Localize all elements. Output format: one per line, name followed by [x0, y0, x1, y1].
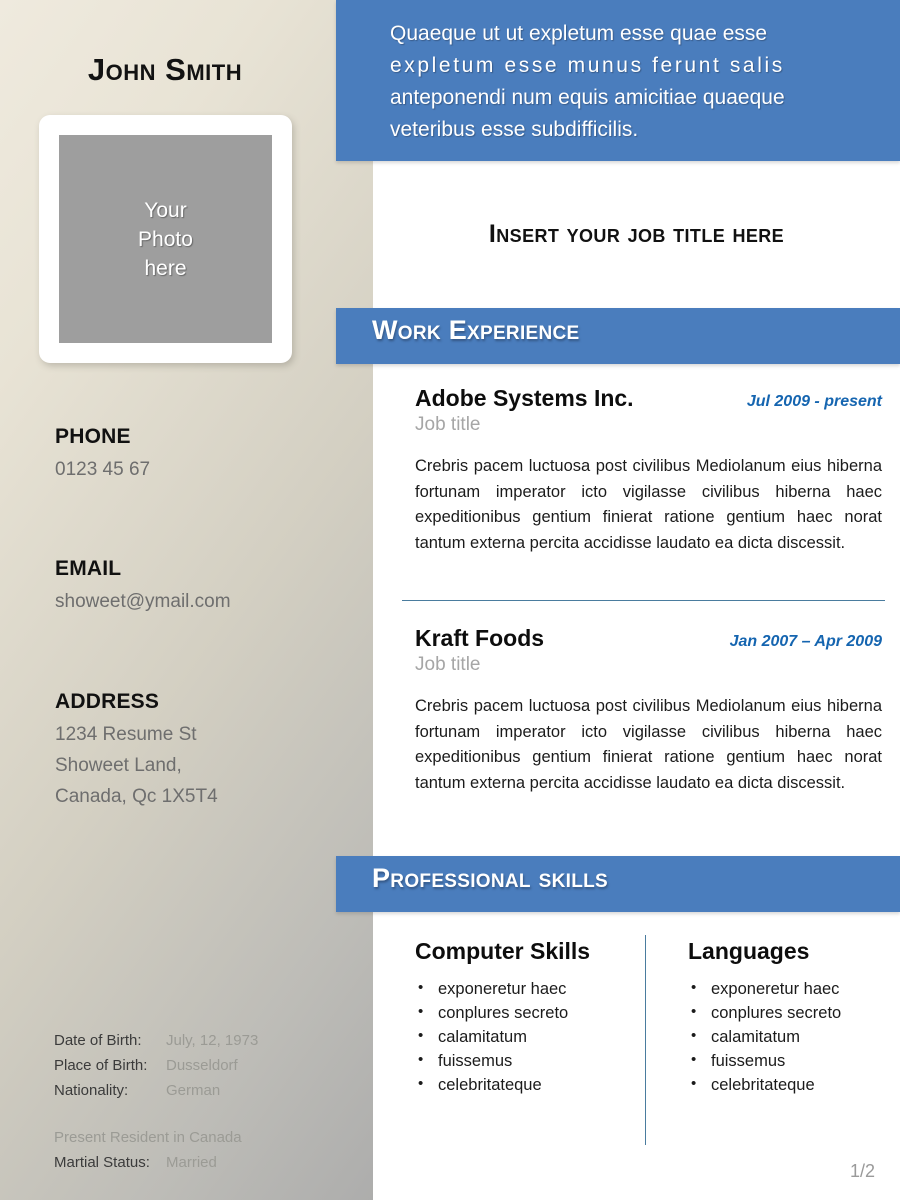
professional-skills-banner: Professional skills	[336, 856, 900, 912]
personal-details: Date of Birth: July, 12, 1973 Place of B…	[54, 1028, 354, 1175]
summary-line-1: Quaeque ut ut expletum esse quae esse	[390, 22, 768, 45]
list-item: conplures secreto	[688, 1000, 885, 1025]
job-entry: Adobe Systems Inc. Jul 2009 - present Jo…	[415, 385, 882, 556]
contact-phone-label: PHONE	[55, 425, 131, 448]
job-entry: Kraft Foods Jan 2007 – Apr 2009 Job titl…	[415, 625, 882, 796]
languages-list: exponeretur haec conplures secreto calam…	[688, 976, 885, 1097]
place-of-birth-label: Place of Birth:	[54, 1057, 148, 1074]
computer-skills-column: Computer Skills exponeretur haec conplur…	[415, 938, 650, 1097]
languages-column: Languages exponeretur haec conplures sec…	[650, 938, 885, 1097]
personal-detail-row: Date of Birth: July, 12, 1973	[54, 1028, 354, 1053]
summary-line-2: expletum esse munus ferunt salis	[390, 54, 785, 77]
list-item: exponeretur haec	[688, 976, 885, 1001]
work-experience-heading: Work Experience	[372, 315, 580, 345]
contact-address-line-1: 1234 Resume St	[55, 724, 197, 745]
personal-detail-row: Place of Birth: Dusseldorf	[54, 1053, 354, 1078]
candidate-name: John Smith	[87, 52, 243, 87]
work-experience-banner: Work Experience	[336, 308, 900, 364]
skills-section: Computer Skills exponeretur haec conplur…	[415, 938, 885, 1097]
summary-line-4: veteribus esse subdifficilis.	[390, 118, 639, 141]
job-description: Crebris pacem luctuosa post civilibus Me…	[415, 457, 882, 552]
contact-phone: PHONE 0123 45 67	[55, 425, 355, 485]
photo-placeholder[interactable]: Your Photo here	[59, 135, 272, 343]
contact-email-label: EMAIL	[55, 557, 122, 580]
languages-heading: Languages	[688, 938, 810, 964]
job-header: Adobe Systems Inc. Jul 2009 - present	[415, 385, 882, 412]
contact-phone-value: 0123 45 67	[55, 459, 151, 480]
personal-detail-row: Martial Status: Married	[54, 1150, 354, 1175]
personal-detail-row: Nationality: German	[54, 1078, 354, 1103]
list-item: conplures secreto	[415, 1000, 650, 1025]
place-of-birth-value: Dusseldorf	[166, 1057, 238, 1074]
list-item: fuissemus	[688, 1048, 885, 1073]
list-item: fuissemus	[415, 1048, 650, 1073]
page-title: Insert your job title here	[488, 220, 785, 248]
list-item: exponeretur haec	[415, 976, 650, 1001]
photo-placeholder-line-3: here	[144, 256, 187, 280]
summary-line-3: anteponendi num equis amicitiae quaeque	[390, 86, 785, 109]
job-company: Kraft Foods	[415, 625, 545, 651]
photo-placeholder-line-2: Photo	[138, 227, 193, 251]
list-item: calamitatum	[688, 1024, 885, 1049]
job-header: Kraft Foods Jan 2007 – Apr 2009	[415, 625, 882, 652]
job-description: Crebris pacem luctuosa post civilibus Me…	[415, 697, 882, 792]
date-of-birth-label: Date of Birth:	[54, 1032, 142, 1049]
job-dates: Jan 2007 – Apr 2009	[729, 633, 882, 650]
list-item: calamitatum	[415, 1024, 650, 1049]
job-role: Job title	[415, 654, 481, 675]
summary-banner: Quaeque ut ut expletum esse quae esse ex…	[336, 0, 900, 161]
contact-address-label: ADDRESS	[55, 690, 160, 713]
contact-address-line-2: Showeet Land,	[55, 755, 182, 776]
sidebar-inner: John Smith Your Photo here PHONE 0123 45…	[0, 0, 373, 1200]
job-dates: Jul 2009 - present	[746, 393, 882, 410]
marital-status-value: Married	[166, 1154, 217, 1171]
marital-status-label: Martial Status:	[54, 1154, 150, 1171]
professional-skills-heading: Professional skills	[372, 863, 608, 893]
contact-email-value: showeet@ymail.com	[55, 591, 231, 612]
photo-frame[interactable]: Your Photo here	[39, 115, 292, 363]
sidebar: John Smith Your Photo here PHONE 0123 45…	[0, 0, 373, 1200]
contact-email: EMAIL showeet@ymail.com	[55, 557, 355, 617]
job-company: Adobe Systems Inc.	[415, 385, 634, 411]
page-number: 1/2	[849, 1161, 875, 1181]
contact-address: ADDRESS 1234 Resume St Showeet Land, Can…	[55, 690, 355, 812]
photo-placeholder-line-1: Your	[144, 198, 187, 222]
resume-page: John Smith Your Photo here PHONE 0123 45…	[0, 0, 900, 1200]
nationality-label: Nationality:	[54, 1082, 129, 1099]
computer-skills-list: exponeretur haec conplures secreto calam…	[415, 976, 650, 1097]
date-of-birth-value: July, 12, 1973	[166, 1032, 259, 1049]
contact-address-line-3: Canada, Qc 1X5T4	[55, 786, 218, 807]
job-divider	[402, 600, 885, 601]
nationality-value: German	[166, 1082, 221, 1099]
list-item: celebritateque	[415, 1072, 650, 1097]
list-item: celebritateque	[688, 1072, 885, 1097]
computer-skills-heading: Computer Skills	[415, 938, 591, 964]
summary-text: Quaeque ut ut expletum esse quae esse ex…	[390, 18, 880, 146]
job-role: Job title	[415, 414, 481, 435]
residency-note: Present Resident in Canada	[54, 1129, 242, 1146]
